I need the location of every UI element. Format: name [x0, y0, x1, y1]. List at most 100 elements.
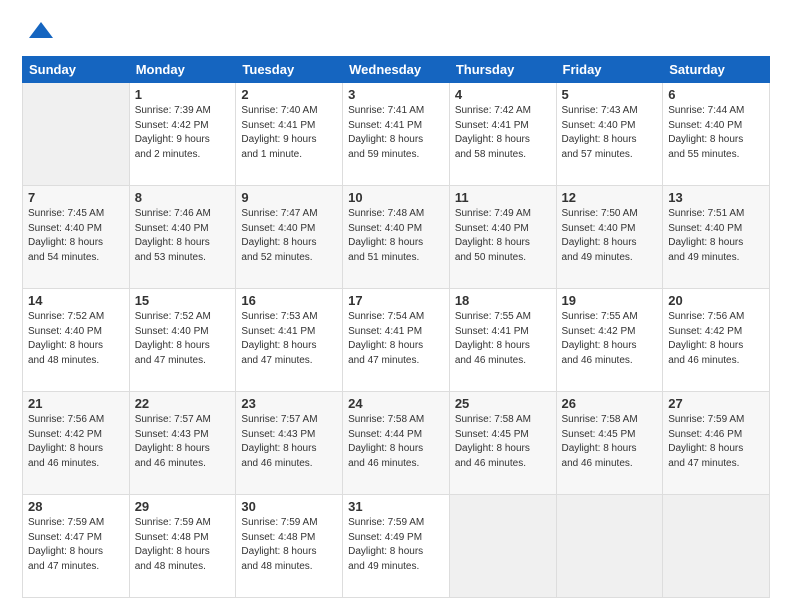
cell-w1-d5: 12 Sunrise: 7:50 AM Sunset: 4:40 PM Dayli… [556, 186, 663, 289]
day-info: Sunrise: 7:55 AM Sunset: 4:42 PM Dayligh… [562, 310, 658, 368]
cell-w4-d5 [556, 495, 663, 598]
day-number: 19 [562, 293, 658, 308]
col-header-sunday: Sunday [23, 57, 130, 83]
day-number: 26 [562, 396, 658, 411]
day-number: 25 [455, 396, 551, 411]
day-info: Sunrise: 7:59 AM Sunset: 4:47 PM Dayligh… [28, 516, 124, 574]
col-header-tuesday: Tuesday [236, 57, 343, 83]
cell-w4-d1: 29Sunrise: 7:59 AM Sunset: 4:48 PM Dayli… [129, 495, 236, 598]
day-info: Sunrise: 7:52 AM Sunset: 4:40 PM Dayligh… [135, 310, 231, 368]
cell-w1-d4: 11 Sunrise: 7:49 AM Sunset: 4:40 PM Dayli… [449, 186, 556, 289]
week-row-0: 1Sunrise: 7:39 AM Sunset: 4:42 PM Daylig… [23, 83, 770, 186]
cell-w0-d1: 1Sunrise: 7:39 AM Sunset: 4:42 PM Daylig… [129, 83, 236, 186]
day-number: 13 [668, 190, 764, 205]
cell-w1-d2: 9 Sunrise: 7:47 AM Sunset: 4:40 PM Daylig… [236, 186, 343, 289]
col-header-friday: Friday [556, 57, 663, 83]
day-info: Sunrise: 7:48 AM Sunset: 4:40 PM Dayligh… [348, 207, 444, 265]
cell-w3-d5: 26 Sunrise: 7:58 AM Sunset: 4:45 PM Dayli… [556, 392, 663, 495]
day-number: 7 [28, 190, 124, 205]
day-info: Sunrise: 7:47 AM Sunset: 4:40 PM Dayligh… [241, 207, 337, 265]
day-number: 9 [241, 190, 337, 205]
day-info: Sunrise: 7:59 AM Sunset: 4:46 PM Dayligh… [668, 413, 764, 471]
calendar-table: SundayMondayTuesdayWednesdayThursdayFrid… [22, 56, 770, 598]
day-info: Sunrise: 7:59 AM Sunset: 4:48 PM Dayligh… [241, 516, 337, 574]
cell-w0-d0 [23, 83, 130, 186]
day-info: Sunrise: 7:56 AM Sunset: 4:42 PM Dayligh… [668, 310, 764, 368]
day-number: 14 [28, 293, 124, 308]
week-row-3: 21 Sunrise: 7:56 AM Sunset: 4:42 PM Dayli… [23, 392, 770, 495]
day-info: Sunrise: 7:57 AM Sunset: 4:43 PM Dayligh… [241, 413, 337, 471]
cell-w1-d1: 8Sunrise: 7:46 AM Sunset: 4:40 PM Daylig… [129, 186, 236, 289]
day-info: Sunrise: 7:56 AM Sunset: 4:42 PM Dayligh… [28, 413, 124, 471]
day-number: 17 [348, 293, 444, 308]
day-info: Sunrise: 7:45 AM Sunset: 4:40 PM Dayligh… [28, 207, 124, 265]
day-info: Sunrise: 7:58 AM Sunset: 4:45 PM Dayligh… [562, 413, 658, 471]
col-header-wednesday: Wednesday [343, 57, 450, 83]
cell-w4-d2: 30 Sunrise: 7:59 AM Sunset: 4:48 PM Dayli… [236, 495, 343, 598]
cell-w0-d3: 3 Sunrise: 7:41 AM Sunset: 4:41 PM Daylig… [343, 83, 450, 186]
day-info: Sunrise: 7:59 AM Sunset: 4:48 PM Dayligh… [135, 516, 231, 574]
header-row: SundayMondayTuesdayWednesdayThursdayFrid… [23, 57, 770, 83]
cell-w0-d4: 4 Sunrise: 7:42 AM Sunset: 4:41 PM Daylig… [449, 83, 556, 186]
cell-w3-d1: 22 Sunrise: 7:57 AM Sunset: 4:43 PM Dayli… [129, 392, 236, 495]
day-info: Sunrise: 7:40 AM Sunset: 4:41 PM Dayligh… [241, 104, 337, 162]
day-info: Sunrise: 7:50 AM Sunset: 4:40 PM Dayligh… [562, 207, 658, 265]
cell-w1-d0: 7 Sunrise: 7:45 AM Sunset: 4:40 PM Daylig… [23, 186, 130, 289]
cell-w2-d0: 14Sunrise: 7:52 AM Sunset: 4:40 PM Dayli… [23, 289, 130, 392]
day-info: Sunrise: 7:53 AM Sunset: 4:41 PM Dayligh… [241, 310, 337, 368]
cell-w4-d0: 28Sunrise: 7:59 AM Sunset: 4:47 PM Dayli… [23, 495, 130, 598]
cell-w3-d4: 25 Sunrise: 7:58 AM Sunset: 4:45 PM Dayli… [449, 392, 556, 495]
cell-w2-d2: 16 Sunrise: 7:53 AM Sunset: 4:41 PM Dayli… [236, 289, 343, 392]
week-row-2: 14 Sunrise: 7:52 AM Sunset: 4:40 PM Dayli… [23, 289, 770, 392]
cell-w1-d6: 13Sunrise: 7:51 AM Sunset: 4:40 PM Dayli… [663, 186, 770, 289]
page: SundayMondayTuesdayWednesdayThursdayFrid… [0, 0, 792, 612]
day-number: 31 [348, 499, 444, 514]
day-number: 4 [455, 87, 551, 102]
cell-w2-d1: 15 Sunrise: 7:52 AM Sunset: 4:40 PM Dayli… [129, 289, 236, 392]
day-info: Sunrise: 7:39 AM Sunset: 4:42 PM Dayligh… [135, 104, 231, 162]
cell-w4-d6 [663, 495, 770, 598]
day-number: 21 [28, 396, 124, 411]
day-info: Sunrise: 7:54 AM Sunset: 4:41 PM Dayligh… [348, 310, 444, 368]
day-info: Sunrise: 7:43 AM Sunset: 4:40 PM Dayligh… [562, 104, 658, 162]
col-header-thursday: Thursday [449, 57, 556, 83]
day-info: Sunrise: 7:42 AM Sunset: 4:41 PM Dayligh… [455, 104, 551, 162]
day-info: Sunrise: 7:59 AM Sunset: 4:49 PM Dayligh… [348, 516, 444, 574]
day-number: 30 [241, 499, 337, 514]
day-info: Sunrise: 7:58 AM Sunset: 4:44 PM Dayligh… [348, 413, 444, 471]
day-number: 27 [668, 396, 764, 411]
day-info: Sunrise: 7:41 AM Sunset: 4:41 PM Dayligh… [348, 104, 444, 162]
cell-w3-d6: 27 Sunrise: 7:59 AM Sunset: 4:46 PM Dayli… [663, 392, 770, 495]
day-number: 22 [135, 396, 231, 411]
day-number: 16 [241, 293, 337, 308]
day-info: Sunrise: 7:57 AM Sunset: 4:43 PM Dayligh… [135, 413, 231, 471]
cell-w4-d4 [449, 495, 556, 598]
day-info: Sunrise: 7:49 AM Sunset: 4:40 PM Dayligh… [455, 207, 551, 265]
day-number: 3 [348, 87, 444, 102]
col-header-saturday: Saturday [663, 57, 770, 83]
day-number: 11 [455, 190, 551, 205]
day-number: 23 [241, 396, 337, 411]
day-number: 24 [348, 396, 444, 411]
day-number: 15 [135, 293, 231, 308]
day-info: Sunrise: 7:55 AM Sunset: 4:41 PM Dayligh… [455, 310, 551, 368]
day-number: 20 [668, 293, 764, 308]
day-number: 12 [562, 190, 658, 205]
week-row-1: 7 Sunrise: 7:45 AM Sunset: 4:40 PM Daylig… [23, 186, 770, 289]
col-header-monday: Monday [129, 57, 236, 83]
cell-w2-d4: 18 Sunrise: 7:55 AM Sunset: 4:41 PM Dayli… [449, 289, 556, 392]
logo-icon [27, 18, 55, 46]
day-info: Sunrise: 7:44 AM Sunset: 4:40 PM Dayligh… [668, 104, 764, 162]
day-number: 8 [135, 190, 231, 205]
cell-w2-d6: 20 Sunrise: 7:56 AM Sunset: 4:42 PM Dayli… [663, 289, 770, 392]
day-number: 18 [455, 293, 551, 308]
day-number: 6 [668, 87, 764, 102]
day-number: 2 [241, 87, 337, 102]
cell-w0-d2: 2 Sunrise: 7:40 AM Sunset: 4:41 PM Daylig… [236, 83, 343, 186]
cell-w3-d3: 24 Sunrise: 7:58 AM Sunset: 4:44 PM Dayli… [343, 392, 450, 495]
day-info: Sunrise: 7:58 AM Sunset: 4:45 PM Dayligh… [455, 413, 551, 471]
cell-w2-d3: 17 Sunrise: 7:54 AM Sunset: 4:41 PM Dayli… [343, 289, 450, 392]
cell-w2-d5: 19 Sunrise: 7:55 AM Sunset: 4:42 PM Dayli… [556, 289, 663, 392]
cell-w1-d3: 10Sunrise: 7:48 AM Sunset: 4:40 PM Dayli… [343, 186, 450, 289]
week-row-4: 28Sunrise: 7:59 AM Sunset: 4:47 PM Dayli… [23, 495, 770, 598]
